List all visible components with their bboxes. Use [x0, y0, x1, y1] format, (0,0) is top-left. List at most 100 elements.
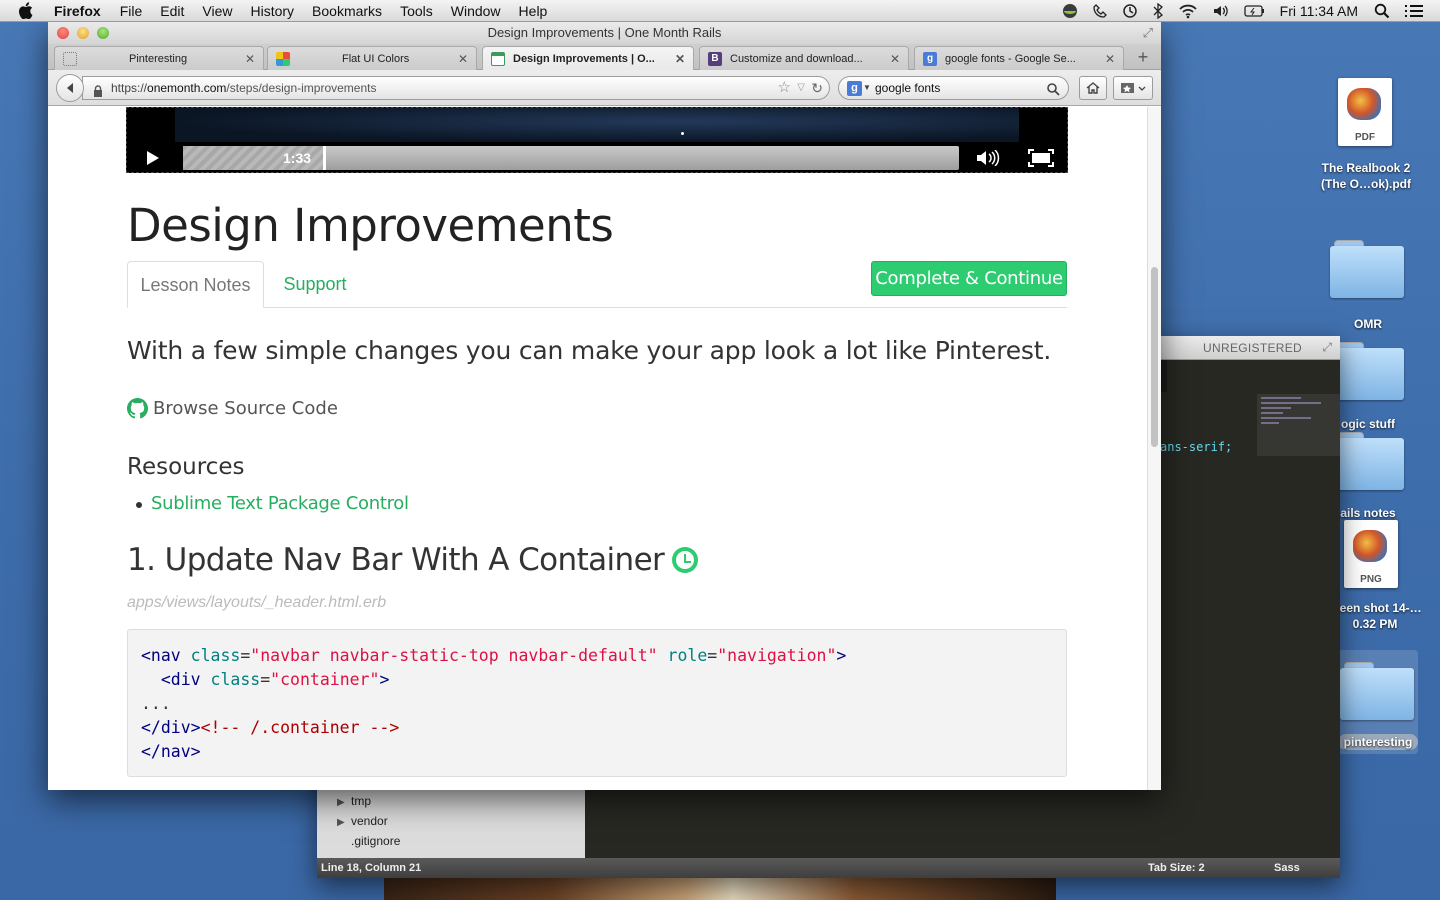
menubar-clock[interactable]: Fri 11:34 AM	[1280, 3, 1358, 19]
code-block[interactable]: <nav class="navbar navbar-static-top nav…	[127, 629, 1067, 777]
navigation-toolbar: https://onemonth.com/steps/design-improv…	[48, 70, 1161, 106]
menu-view[interactable]: View	[202, 3, 232, 19]
video-playhead[interactable]	[323, 146, 326, 170]
expand-icon[interactable]: ⤢	[1322, 340, 1332, 355]
desktop-folder-logic-stuff[interactable]: ogic stuff	[1330, 342, 1406, 434]
menu-help[interactable]: Help	[519, 3, 548, 19]
menu-tools[interactable]: Tools	[400, 3, 433, 19]
syntax-mode[interactable]: Sass	[1274, 862, 1300, 874]
tab-size[interactable]: Tab Size: 2	[1148, 862, 1205, 874]
clock-icon[interactable]	[672, 547, 699, 573]
search-icon[interactable]	[1047, 81, 1060, 103]
close-tab-icon[interactable]: ✕	[675, 52, 685, 66]
reload-icon[interactable]: ↻	[811, 77, 823, 99]
time-machine-icon[interactable]	[1122, 3, 1138, 19]
menu-file[interactable]: File	[120, 3, 143, 19]
tab-support[interactable]: Support	[265, 261, 365, 307]
resources-heading: Resources	[127, 454, 245, 480]
tab-title: Design Improvements | O...	[513, 53, 655, 65]
search-bar[interactable]: g ▼ google fonts	[838, 76, 1069, 100]
lesson-tabs: Lesson Notes Support Complete & Continue	[127, 261, 1067, 308]
desktop-folder-rails-notes[interactable]: ails notes	[1330, 432, 1406, 524]
minimize-window-button[interactable]	[77, 27, 89, 39]
sidebar-item-label: .gitignore	[351, 834, 401, 848]
google-search-engine-icon[interactable]: g	[847, 81, 862, 96]
tab-pinteresting[interactable]: Pinteresting ✕	[54, 46, 264, 70]
sidebar-folder-tmp[interactable]: ▶ tmp	[337, 794, 371, 808]
zoom-window-button[interactable]	[97, 27, 109, 39]
search-input[interactable]: google fonts	[875, 81, 940, 95]
page-scrollbar[interactable]	[1147, 107, 1161, 790]
tab-customize-bootstrap[interactable]: B Customize and download... ✕	[699, 46, 909, 70]
scrollbar-thumb[interactable]	[1151, 267, 1158, 447]
firefox-window: Design Improvements | One Month Rails ⤢ …	[48, 22, 1161, 790]
close-tab-icon[interactable]: ✕	[458, 52, 468, 66]
home-button[interactable]	[1079, 76, 1107, 100]
sidebar-item-label: vendor	[351, 814, 388, 828]
close-tab-icon[interactable]: ✕	[890, 52, 900, 66]
bookmarks-menu-button[interactable]	[1113, 76, 1153, 100]
editor-code-line[interactable]: ans-serif;	[1160, 440, 1232, 454]
menu-window[interactable]: Window	[451, 3, 501, 19]
menu-bookmarks[interactable]: Bookmarks	[312, 3, 382, 19]
battery-icon[interactable]	[1244, 4, 1266, 18]
video-progress-bar[interactable]: 1:33	[183, 146, 959, 170]
new-tab-button[interactable]: +	[1131, 47, 1155, 69]
editor-tab[interactable]	[1167, 360, 1340, 392]
notification-center-icon[interactable]	[1404, 4, 1424, 18]
desktop-folder-omr[interactable]: OMR	[1330, 240, 1406, 332]
step-heading-text: 1. Update Nav Bar With A Container	[127, 542, 665, 578]
bluetooth-icon[interactable]	[1152, 3, 1164, 19]
tab-lesson-notes[interactable]: Lesson Notes	[127, 261, 264, 308]
code-file-path: apps/views/layouts/_header.html.erb	[127, 594, 387, 611]
menu-app-firefox[interactable]: Firefox	[54, 3, 101, 19]
code-line: ...	[141, 694, 171, 713]
phone-icon[interactable]	[1092, 3, 1108, 19]
sidebar-file-gitignore[interactable]: .gitignore	[337, 834, 400, 848]
tab-flat-ui-colors[interactable]: Flat UI Colors ✕	[267, 46, 477, 70]
editor-sidebar: ▶ tmp ▶ vendor .gitignore	[317, 790, 585, 858]
browse-source-link[interactable]: Browse Source Code	[127, 398, 338, 419]
menu-history[interactable]: History	[250, 3, 294, 19]
sidebar-item-label: tmp	[351, 794, 372, 808]
wifi-icon[interactable]	[1178, 3, 1198, 19]
menu-bar: Firefox File Edit View History Bookmarks…	[0, 0, 1440, 22]
volume-button[interactable]	[973, 148, 1003, 168]
desktop-icon-realbook-pdf[interactable]: PDF The Realbook 2 (The O…ok).pdf	[1312, 78, 1420, 198]
bookmark-star-icon[interactable]: ☆	[778, 77, 791, 99]
menu-edit[interactable]: Edit	[160, 3, 184, 19]
video-player[interactable]: 1:33	[126, 107, 1068, 173]
step-heading: 1. Update Nav Bar With A Container	[127, 542, 699, 578]
volume-icon	[977, 150, 1000, 166]
code-line: <nav class="navbar navbar-static-top nav…	[141, 646, 847, 665]
code-token: "navigation"	[717, 646, 837, 665]
close-tab-icon[interactable]: ✕	[245, 52, 255, 66]
resource-link-package-control[interactable]: Sublime Text Package Control	[136, 493, 409, 514]
engine-dropdown-icon[interactable]: ▼	[863, 77, 871, 99]
disclosure-triangle-icon: ▶	[337, 817, 345, 828]
back-button[interactable]	[56, 74, 84, 102]
page-content: 1:33 Design Improvements Lesson Notes Su…	[48, 107, 1145, 790]
tab-design-improvements[interactable]: Design Improvements | O... ✕	[482, 46, 694, 71]
status-app-icon[interactable]	[1062, 3, 1078, 19]
github-icon	[127, 398, 148, 419]
spotlight-icon[interactable]	[1374, 3, 1390, 19]
fullscreen-button[interactable]	[1024, 148, 1058, 168]
folder-icon	[1340, 662, 1414, 720]
tab-google-fonts-search[interactable]: g google fonts - Google Se... ✕	[914, 46, 1124, 70]
complete-and-continue-button[interactable]: Complete & Continue	[871, 261, 1067, 296]
close-window-button[interactable]	[57, 27, 69, 39]
apple-icon[interactable]	[18, 2, 38, 19]
close-tab-icon[interactable]: ✕	[1105, 52, 1115, 66]
editor-minimap[interactable]	[1257, 394, 1340, 456]
window-titlebar: Design Improvements | One Month Rails ⤢	[48, 22, 1161, 44]
back-arrow-icon	[67, 83, 73, 93]
sidebar-folder-vendor[interactable]: ▶ vendor	[337, 814, 388, 828]
fullscreen-icon[interactable]: ⤢	[1143, 22, 1153, 44]
volume-icon[interactable]	[1212, 3, 1230, 19]
tab-title: Pinteresting	[129, 52, 188, 65]
url-bar[interactable]: https://onemonth.com/steps/design-improv…	[82, 76, 830, 100]
desktop-folder-pinteresting[interactable]: pinteresting	[1336, 650, 1418, 754]
history-dropdown-icon[interactable]: ▽	[797, 77, 805, 99]
play-button[interactable]	[133, 146, 173, 170]
